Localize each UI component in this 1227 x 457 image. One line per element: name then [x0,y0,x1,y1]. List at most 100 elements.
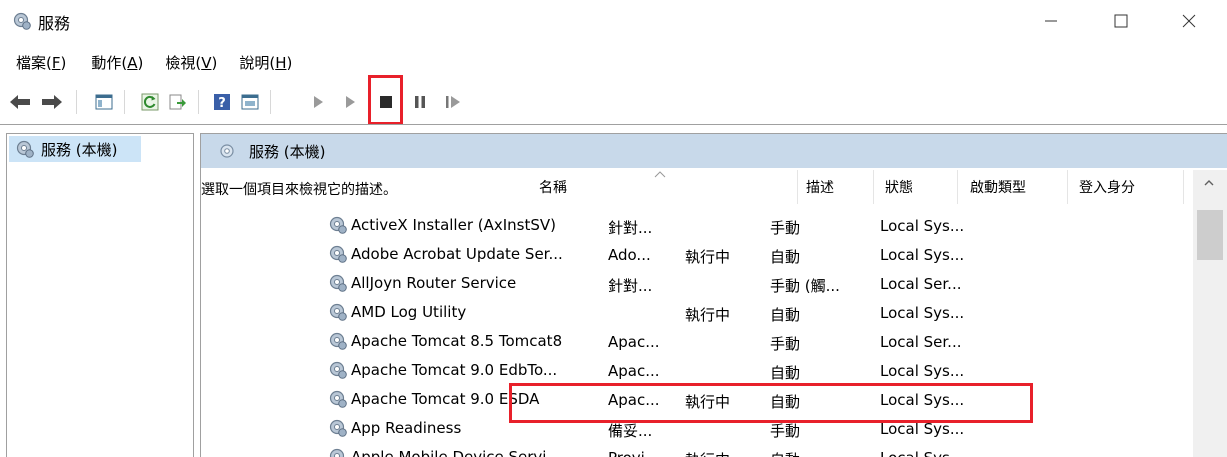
back-button[interactable] [8,90,32,114]
minimize-icon [1045,20,1057,22]
column-separator [957,170,958,204]
toolbar-separator [76,90,77,114]
help-icon: ? [214,94,230,111]
gear-services-icon [16,140,34,158]
service-description: 針對... [608,277,653,295]
service-description: Ado... [608,246,651,264]
properties-icon [241,94,259,110]
table-row[interactable]: Apache Tomcat 8.5 Tomcat8 Apac... 手動 Local … [325,329,995,358]
service-name-cell: Adobe Acrobat Update Ser... [328,244,563,264]
menu-bar: 檔案(F) 動作(A) 檢視(V) 說明(H) [0,46,292,76]
table-row[interactable]: Apple Mobile Device Servi... Provi... 執行中 自… [325,445,995,457]
show-hide-tree-icon [95,94,113,110]
menu-file-label: 檔案( [16,54,52,72]
toolbar: ? [0,82,1227,122]
gear-services-icon [13,12,31,30]
scroll-up-icon[interactable] [1202,176,1216,190]
menu-action-label: 動作( [91,54,128,72]
refresh-icon [141,93,159,111]
menu-view[interactable]: 檢視(V) [165,46,217,76]
column-header-name[interactable]: 名稱 [539,170,567,204]
show-hide-tree-button[interactable] [92,90,116,114]
gear-services-icon [329,303,347,321]
menu-file[interactable]: 檔案(F) [16,46,66,76]
service-name: Apache Tomcat 8.5 Tomcat8 [351,332,563,350]
table-row[interactable]: AMD Log Utility 執行中 自動 Local Sys... [325,300,995,329]
service-status: 執行中 [685,306,731,324]
service-name: ActiveX Installer (AxInstSV) [351,216,557,234]
resume-service-button[interactable] [441,90,465,114]
maximize-icon [1114,14,1128,28]
scrollbar-thumb[interactable] [1197,210,1223,260]
menu-file-end: ) [60,54,67,72]
menu-view-label: 檢視( [165,54,202,72]
gear-services-icon [329,390,347,408]
service-status: 執行中 [685,248,731,266]
service-log-on-as: Local Sys... [880,362,965,380]
column-header-status[interactable]: 狀態 [885,170,913,204]
column-header-startup-type[interactable]: 啟動類型 [970,170,1026,204]
table-row[interactable]: Adobe Acrobat Update Ser... Ado... 執行中 自動 Lo… [325,242,995,271]
start-service-icon [314,96,323,108]
start-service-alt-button[interactable] [338,90,362,114]
column-header-log-on-as[interactable]: 登入身分 [1079,170,1135,204]
minimize-button[interactable] [1025,0,1077,42]
service-log-on-as: Local Ser... [880,333,962,351]
table-row[interactable]: AllJoyn Router Service 針對... 手動 (觸... Local… [325,271,995,300]
vertical-scrollbar[interactable] [1193,170,1227,457]
menu-action-key: A [127,54,138,72]
help-button[interactable]: ? [210,90,234,114]
service-startup-type: 手動 [770,335,801,353]
refresh-button[interactable] [138,90,162,114]
service-name: AllJoyn Router Service [351,274,517,292]
start-service-button[interactable] [306,90,330,114]
back-arrow-icon [10,95,30,109]
stop-button-highlight [368,75,403,125]
menu-action[interactable]: 動作(A) [91,46,143,76]
menu-view-end: ) [211,54,218,72]
console-tree: 服務 (本機) [6,133,194,457]
toolbar-separator [198,90,199,114]
pause-service-button[interactable] [408,90,432,114]
menu-action-end: ) [137,54,144,72]
service-description: Apac... [608,362,660,380]
close-button[interactable] [1163,0,1215,42]
forward-button[interactable] [40,90,64,114]
description-pane: 選取一個項目來檢視它的描述。 [201,182,397,198]
menu-help-label: 說明( [239,54,276,72]
service-name: Apache Tomcat 9.0 EdbTo... [351,361,558,379]
service-description: Provi... [608,449,659,457]
menu-file-key: F [51,54,61,72]
menu-view-key: V [201,54,212,72]
service-log-on-as: Local Sys... [880,304,965,322]
service-name-cell: AllJoyn Router Service [328,273,516,293]
properties-button[interactable] [238,90,262,114]
forward-arrow-icon [42,95,62,109]
table-row[interactable]: ActiveX Installer (AxInstSV) 針對... 手動 Local… [325,213,995,242]
gear-services-icon [329,216,347,234]
column-header-description[interactable]: 描述 [806,170,834,204]
service-startup-type: 自動 [770,364,801,382]
pause-service-icon [415,96,425,108]
window-title: 服務 [38,14,71,33]
tree-item-label: 服務 (本機) [41,140,118,159]
service-name-cell: AMD Log Utility [328,302,466,322]
menu-help[interactable]: 說明(H) [239,46,292,76]
close-icon [1182,14,1196,28]
service-status: 執行中 [685,449,730,457]
title-bar: 服務 [0,0,1227,42]
service-startup-type: 手動 (觸... [770,277,840,295]
gear-services-icon [329,245,347,263]
start-service-alt-icon [346,96,355,108]
svg-text:?: ? [218,96,226,111]
service-name: Adobe Acrobat Update Ser... [351,245,563,263]
toolbar-separator [270,90,271,114]
export-list-button[interactable] [166,90,190,114]
tree-item-services-local[interactable]: 服務 (本機) [9,136,141,162]
maximize-button[interactable] [1095,0,1147,42]
service-log-on-as: Local Sys... [880,217,965,235]
service-name: App Readiness [351,419,462,437]
service-name: AMD Log Utility [351,303,467,321]
panel-header-label: 服務 (本機) [249,142,326,161]
gear-services-icon [220,144,234,158]
